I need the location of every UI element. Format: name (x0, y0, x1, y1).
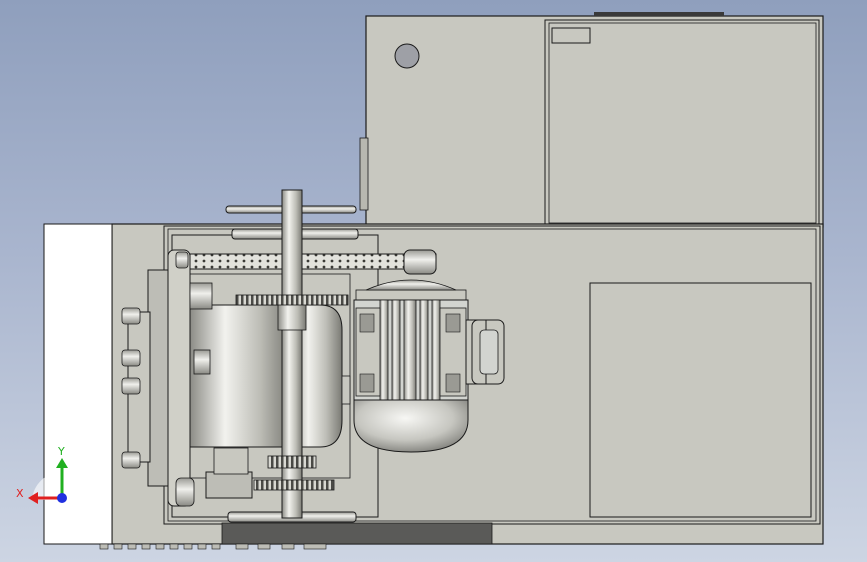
base-feet (99, 543, 327, 550)
access-door[interactable] (589, 282, 812, 518)
y-axis-label: Y (57, 445, 65, 458)
main-shaft[interactable] (277, 189, 307, 519)
base-slab (221, 522, 493, 545)
nameplate (551, 27, 591, 44)
upper-cabinet[interactable] (359, 12, 824, 228)
cad-viewport[interactable]: Y X (0, 0, 867, 562)
axis-triad: Y X (16, 445, 68, 504)
z-axis-dot (57, 493, 67, 503)
motor-fan-cover (353, 399, 469, 453)
gearbox-housing[interactable] (189, 304, 291, 448)
cabinet-hole (394, 43, 420, 69)
gearbox-frame[interactable] (121, 234, 379, 518)
x-axis-label: X (16, 487, 24, 500)
